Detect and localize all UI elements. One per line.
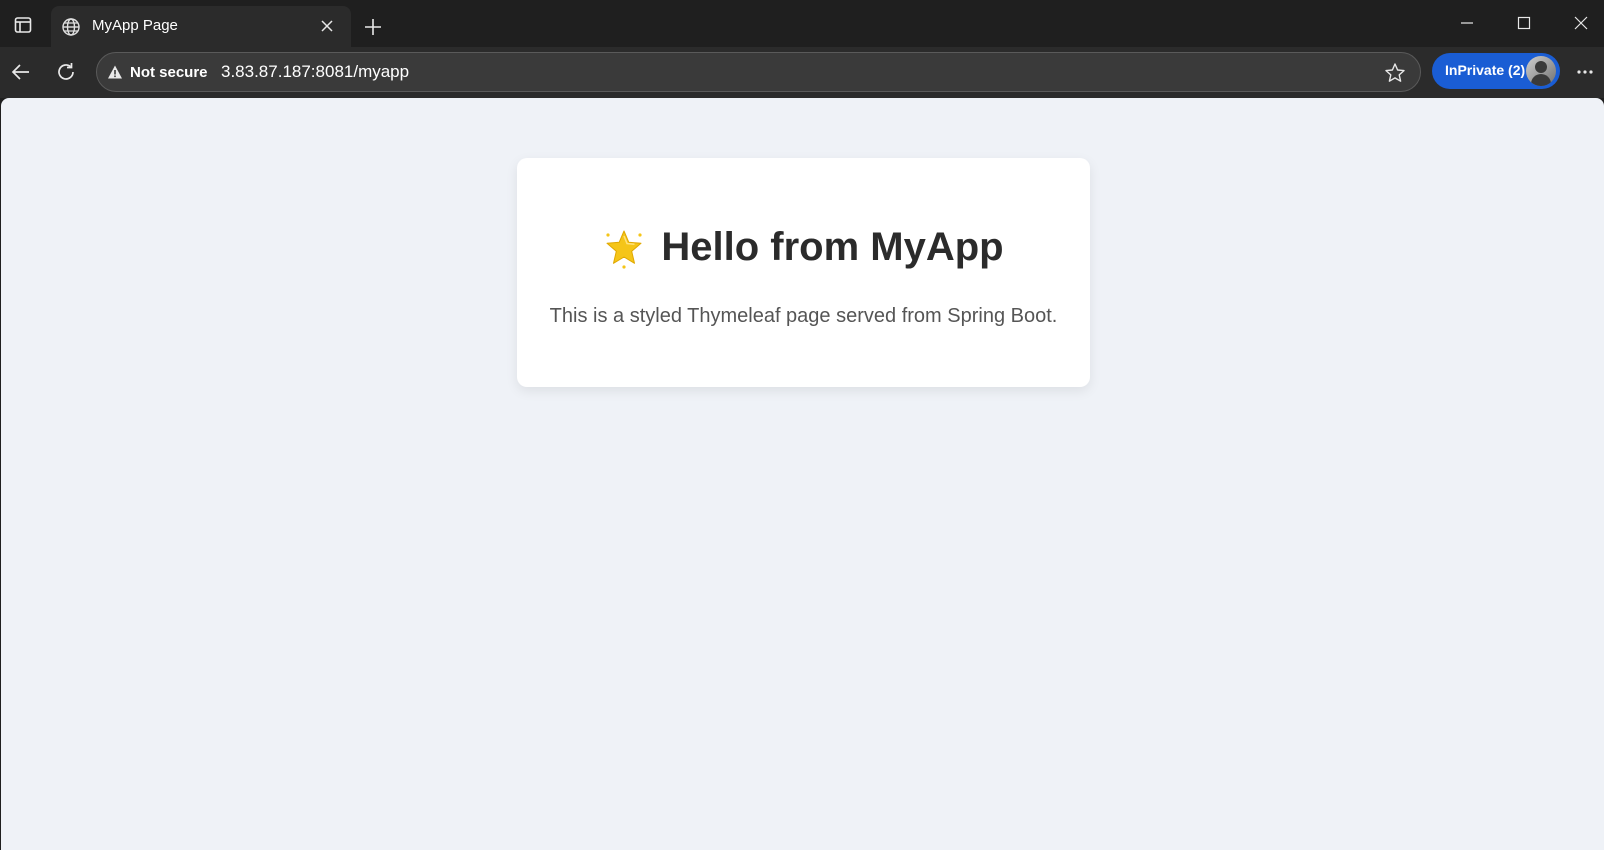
- avatar-body: [1531, 74, 1551, 86]
- address-bar[interactable]: Not secure 3.83.87.187:8081/myapp: [96, 52, 1421, 92]
- maximize-icon: [1517, 16, 1531, 30]
- page-viewport: Hello from MyApp This is a styled Thymel…: [1, 98, 1604, 850]
- tab-actions-button[interactable]: [8, 10, 38, 40]
- window-close-button[interactable]: [1561, 6, 1601, 40]
- site-info-button[interactable]: Not secure: [107, 62, 208, 82]
- minimize-button[interactable]: [1447, 6, 1487, 40]
- maximize-button[interactable]: [1504, 6, 1544, 40]
- tab-actions-icon: [14, 17, 32, 33]
- page-subtitle: This is a styled Thymeleaf page served f…: [549, 305, 1058, 327]
- star-icon: [603, 227, 645, 269]
- tab-close-button[interactable]: [314, 13, 340, 39]
- star-outline-icon: [1385, 63, 1405, 82]
- inprivate-button[interactable]: InPrivate (2): [1432, 53, 1560, 89]
- back-button[interactable]: [3, 54, 39, 90]
- plus-icon: [365, 19, 381, 35]
- reload-button[interactable]: [48, 54, 84, 90]
- settings-more-button[interactable]: [1570, 57, 1600, 87]
- tab-myapp[interactable]: MyApp Page: [51, 6, 351, 47]
- content-card: Hello from MyApp This is a styled Thymel…: [517, 158, 1090, 387]
- page-title: Hello from MyApp: [661, 225, 1004, 269]
- avatar-head: [1535, 61, 1547, 73]
- tab-title: MyApp Page: [92, 17, 178, 34]
- back-arrow-icon: [11, 64, 29, 80]
- page-heading: Hello from MyApp: [517, 225, 1090, 270]
- avatar: [1526, 56, 1556, 86]
- favorite-button[interactable]: [1382, 60, 1408, 86]
- minimize-icon: [1461, 22, 1473, 24]
- new-tab-button[interactable]: [358, 12, 388, 42]
- browser-toolbar: Not secure 3.83.87.187:8081/myapp InPriv…: [0, 47, 1604, 98]
- url-text[interactable]: 3.83.87.187:8081/myapp: [221, 62, 409, 82]
- globe-icon: [59, 15, 83, 39]
- close-icon: [321, 20, 333, 32]
- close-icon: [1574, 16, 1588, 30]
- more-icon: [1577, 70, 1593, 74]
- warning-icon: [108, 65, 122, 79]
- tab-strip: MyApp Page: [0, 0, 1604, 47]
- reload-icon: [58, 63, 74, 80]
- security-label: Not secure: [130, 63, 208, 81]
- inprivate-label: InPrivate (2): [1445, 62, 1526, 78]
